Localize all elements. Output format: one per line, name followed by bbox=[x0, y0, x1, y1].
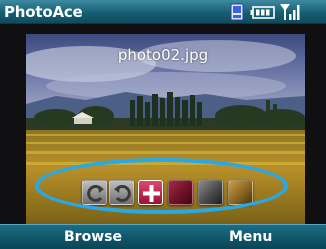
browse-softkey[interactable]: Browse bbox=[64, 229, 122, 245]
photo-filename: photo02.jpg bbox=[117, 46, 209, 64]
title-bar: PhotoAce bbox=[0, 0, 326, 24]
menu-softkey[interactable]: Menu bbox=[229, 229, 272, 245]
highlight-ring bbox=[35, 158, 288, 214]
photo-viewer[interactable]: photo02.jpg bbox=[0, 24, 326, 224]
battery-icon[interactable] bbox=[250, 3, 276, 25]
signal-icon[interactable] bbox=[279, 3, 301, 25]
phone-icon[interactable] bbox=[230, 3, 244, 25]
softkey-bar: Browse Menu bbox=[0, 224, 326, 249]
app-title: PhotoAce bbox=[4, 3, 83, 21]
